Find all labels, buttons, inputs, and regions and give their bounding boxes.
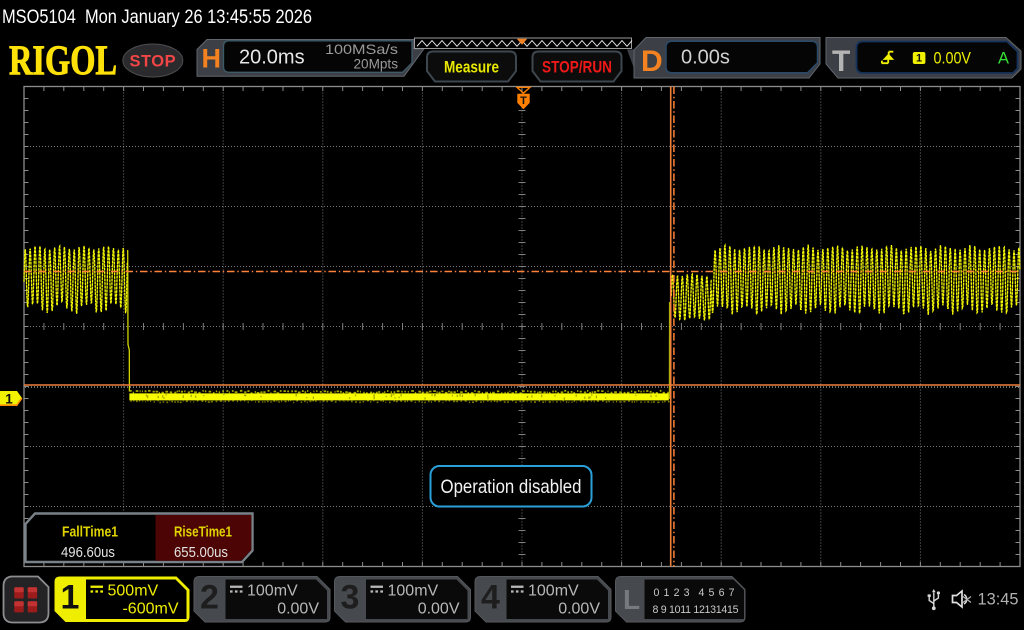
svg-text:L: L xyxy=(623,584,640,615)
svg-text:2: 2 xyxy=(200,579,219,617)
svg-text:D: D xyxy=(641,45,663,78)
svg-text:3: 3 xyxy=(341,579,360,617)
svg-text:Measure: Measure xyxy=(444,59,499,77)
svg-text:100mV: 100mV xyxy=(528,582,579,599)
svg-text:8 9 1011 12131415: 8 9 1011 12131415 xyxy=(653,604,739,616)
svg-text:20.0ms: 20.0ms xyxy=(239,47,305,69)
svg-text:100mV: 100mV xyxy=(247,582,298,599)
svg-text:100mV: 100mV xyxy=(388,582,439,599)
svg-text:4: 4 xyxy=(481,579,500,617)
svg-text:STOP: STOP xyxy=(129,52,176,70)
svg-text:RiseTime1: RiseTime1 xyxy=(174,525,232,541)
svg-text:RIGOL: RIGOL xyxy=(9,39,117,85)
svg-text:1: 1 xyxy=(61,579,80,617)
svg-text:0 1 2 3: 0 1 2 3 xyxy=(654,587,690,599)
svg-text:FallTime1: FallTime1 xyxy=(62,525,118,541)
svg-text:0.00V: 0.00V xyxy=(277,601,319,618)
svg-text:H: H xyxy=(202,44,222,74)
svg-text:T: T xyxy=(520,95,527,107)
svg-text:500mV: 500mV xyxy=(108,582,159,599)
svg-text:-600mV: -600mV xyxy=(122,601,178,618)
svg-text:1: 1 xyxy=(5,391,13,406)
svg-text:A: A xyxy=(998,50,1009,68)
svg-text:0.00V: 0.00V xyxy=(418,601,460,618)
svg-text:STOP/RUN: STOP/RUN xyxy=(542,59,612,77)
svg-text:1: 1 xyxy=(916,53,922,65)
svg-text:100MSa/s: 100MSa/s xyxy=(325,41,398,57)
svg-text:MSO5104 Mon January 26 13:45:: MSO5104 Mon January 26 13:45:55 2026 xyxy=(2,7,312,28)
svg-text:4 5 6 7: 4 5 6 7 xyxy=(699,587,735,599)
svg-text:Operation disabled: Operation disabled xyxy=(441,476,582,498)
svg-text:T: T xyxy=(832,45,850,78)
svg-text:655.00us: 655.00us xyxy=(174,545,228,561)
svg-text:20Mpts: 20Mpts xyxy=(354,56,399,72)
svg-text:0.00V: 0.00V xyxy=(934,50,972,68)
svg-text:0.00s: 0.00s xyxy=(681,47,730,69)
svg-text:13:45: 13:45 xyxy=(978,590,1019,609)
svg-text:496.60us: 496.60us xyxy=(61,545,115,561)
svg-text:0.00V: 0.00V xyxy=(558,601,600,618)
